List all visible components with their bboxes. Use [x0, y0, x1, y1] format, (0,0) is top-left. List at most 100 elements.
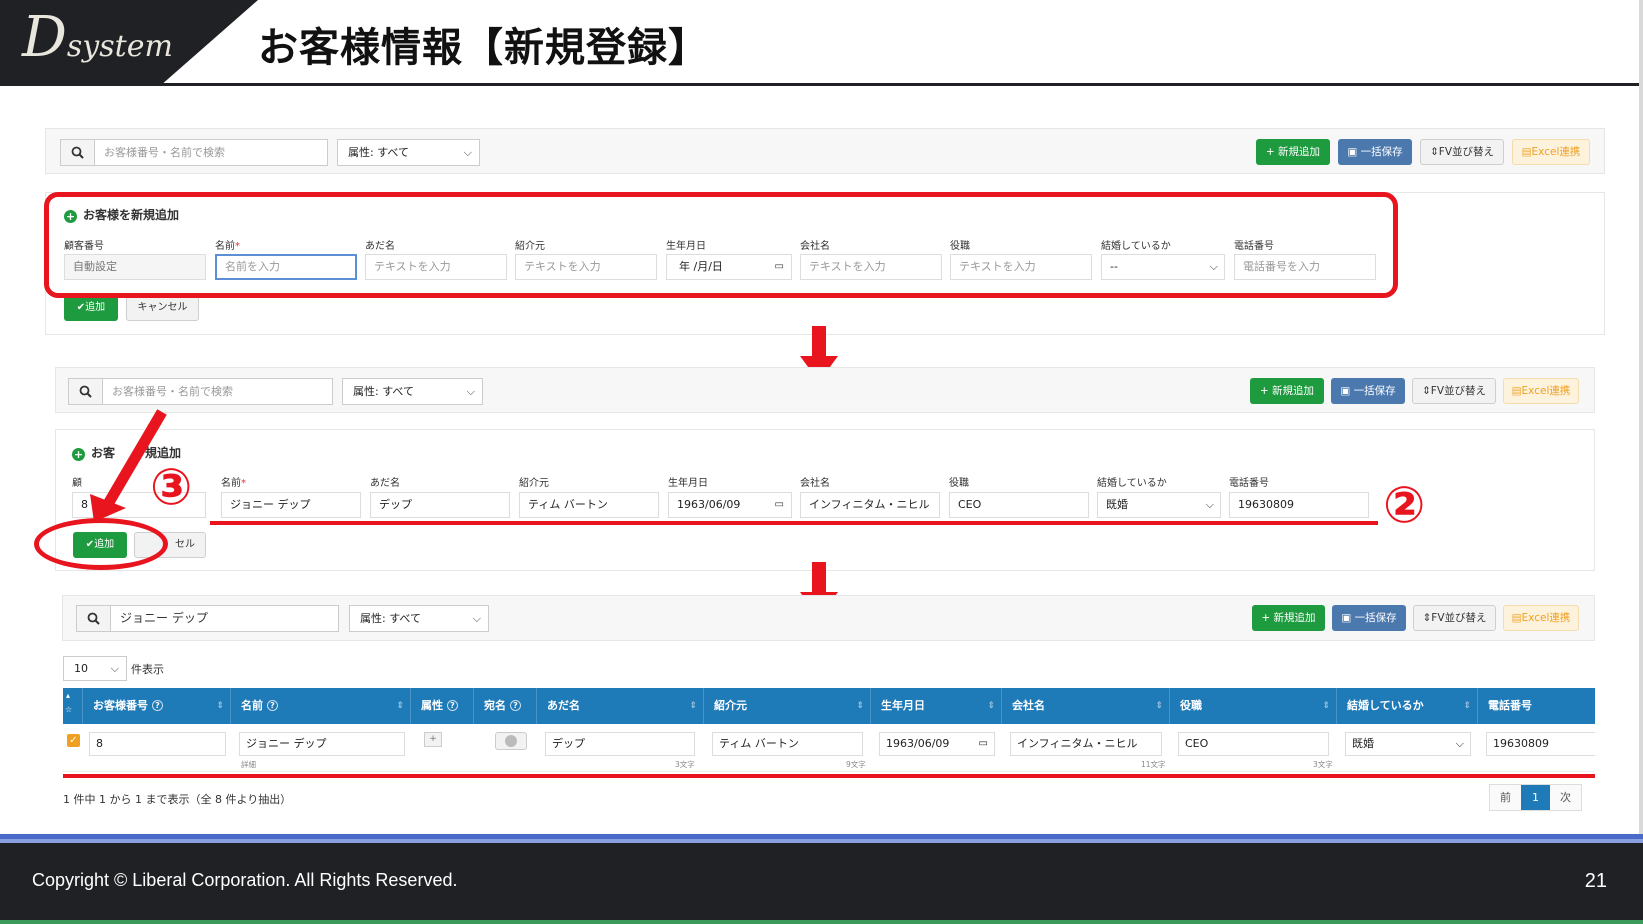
- search-input-2[interactable]: お客様番号・名前で検索: [68, 378, 333, 405]
- table-summary: 1 件中 1 から 1 まで表示（全 8 件より抽出）: [63, 793, 292, 806]
- step-3-marker: ③: [150, 458, 193, 516]
- nickname-field-2[interactable]: デップ: [370, 492, 510, 518]
- col-phone[interactable]: 電話番号: [1478, 688, 1595, 724]
- label-id-2: 顧: [72, 478, 82, 489]
- plus-circle-icon: +: [72, 448, 85, 461]
- right-edge-shadow: [1639, 0, 1643, 835]
- step-2-marker: ②: [1383, 476, 1426, 534]
- attribute-select[interactable]: 属性: すべて ⌵: [337, 139, 480, 166]
- col-address[interactable]: 宛名?: [474, 688, 537, 724]
- row-checkbox[interactable]: ✓: [67, 734, 80, 747]
- cell-referrer[interactable]: ティム バートン: [712, 732, 863, 756]
- chevron-down-icon: ⌵: [472, 612, 481, 625]
- excel-button[interactable]: ▤Excel連携: [1512, 139, 1590, 165]
- married-select-2[interactable]: 既婚 ⌵: [1097, 492, 1221, 518]
- col-company[interactable]: 会社名 ⇕: [1002, 688, 1170, 724]
- bulk-save-button-3[interactable]: ▣ 一括保存: [1332, 605, 1406, 631]
- search-input[interactable]: お客様番号・名前で検索: [60, 139, 328, 166]
- highlight-ring-add-button: [34, 518, 168, 570]
- sort-icon: ⇕: [987, 701, 995, 711]
- copyright-text: Copyright © Liberal Corporation. All Rig…: [32, 870, 458, 890]
- phone-field-2[interactable]: 19630809: [1229, 492, 1369, 518]
- save-icon: ▣: [1341, 612, 1355, 624]
- sort-icon: ⇕: [1322, 701, 1330, 711]
- cell-nickname[interactable]: デップ: [545, 732, 695, 756]
- highlight-underline-row: [63, 774, 1595, 778]
- pager-page-1[interactable]: 1: [1521, 785, 1550, 810]
- cancel-button[interactable]: キャンセル: [126, 295, 199, 321]
- position-count: 3文字: [1313, 760, 1333, 769]
- cell-birthday[interactable]: 1963/06/09 ▭: [879, 732, 995, 756]
- fv-sort-button-2[interactable]: ⇕FV並び替え: [1412, 378, 1496, 404]
- page-size-label: 件表示: [131, 663, 164, 676]
- new-add-button-3[interactable]: + 新規追加: [1252, 605, 1325, 631]
- position-field-2[interactable]: CEO: [949, 492, 1089, 518]
- search-icon: [61, 140, 95, 165]
- search-icon: [77, 606, 111, 631]
- col-birthday[interactable]: 生年月日 ⇕: [871, 688, 1002, 724]
- col-referrer[interactable]: 紹介元 ⇕: [704, 688, 871, 724]
- excel-icon: ▤: [1511, 612, 1522, 624]
- search-input-3[interactable]: ジョニー デップ: [76, 605, 339, 632]
- fv-sort-button[interactable]: ⇕FV並び替え: [1420, 139, 1504, 165]
- attribute-select-2[interactable]: 属性: すべて ⌵: [342, 378, 483, 405]
- label-phone-2: 電話番号: [1229, 478, 1269, 489]
- table-row: ✓ 8 ジョニー デップ 詳細 + デップ 3文字 ティム バートン 9文字 1…: [63, 724, 1595, 772]
- sort-icon: ⇕: [1463, 701, 1471, 711]
- col-attr[interactable]: 属性?: [411, 688, 474, 724]
- cell-position[interactable]: CEO: [1178, 732, 1329, 756]
- save-icon: ▣: [1340, 385, 1354, 397]
- bulk-save-button-2[interactable]: ▣ 一括保存: [1331, 378, 1405, 404]
- page-number: 21: [1584, 870, 1607, 892]
- excel-button-2[interactable]: ▤Excel連携: [1503, 378, 1579, 404]
- col-id[interactable]: お客様番号? ⇕: [83, 688, 231, 724]
- slide-title: お客様情報【新規登録】: [258, 25, 709, 71]
- birthday-field-2[interactable]: 1963/06/09 ▭: [668, 492, 792, 518]
- excel-button-3[interactable]: ▤Excel連携: [1503, 605, 1579, 631]
- cell-married[interactable]: 既婚 ⌵: [1345, 732, 1471, 756]
- chevron-down-icon: ⌵: [1205, 498, 1214, 511]
- referrer-field-2[interactable]: ティム バートン: [519, 492, 659, 518]
- pager-next[interactable]: 次: [1550, 785, 1581, 810]
- highlight-box-form: [44, 192, 1398, 298]
- col-position[interactable]: 役職 ⇕: [1170, 688, 1337, 724]
- sort-icon: ⇕: [689, 701, 697, 711]
- add-button[interactable]: ✔追加: [64, 295, 118, 321]
- cell-id[interactable]: 8: [89, 732, 226, 756]
- detail-link[interactable]: 詳細: [241, 759, 256, 770]
- page-size-select[interactable]: 10 ⌵: [63, 656, 127, 681]
- cell-phone[interactable]: 19630809: [1486, 732, 1595, 756]
- calendar-icon: ▭: [978, 738, 988, 749]
- new-add-button-2[interactable]: + 新規追加: [1250, 378, 1324, 404]
- cell-company[interactable]: インフィニタム・ニヒル: [1010, 732, 1162, 756]
- referrer-count: 9文字: [846, 760, 866, 769]
- footer-stripe: [0, 839, 1643, 843]
- label-company-2: 会社名: [800, 478, 830, 489]
- cell-name[interactable]: ジョニー デップ: [239, 732, 405, 756]
- attr-add-button[interactable]: +: [424, 732, 442, 747]
- fv-sort-button-3[interactable]: ⇕FV並び替え: [1413, 605, 1496, 631]
- label-birthday-2: 生年月日: [668, 478, 708, 489]
- excel-icon: ▤: [1511, 385, 1522, 397]
- col-nickname[interactable]: あだ名 ⇕: [537, 688, 704, 724]
- address-toggle[interactable]: [495, 732, 527, 750]
- pagination: 前 1 次: [1489, 784, 1582, 811]
- header-divider: [0, 83, 1643, 86]
- new-add-button[interactable]: + 新規追加: [1256, 139, 1330, 165]
- attribute-select-3[interactable]: 属性: すべて ⌵: [349, 605, 489, 632]
- chevron-down-icon: ⌵: [466, 385, 475, 398]
- company-field-2[interactable]: インフィニタム・ニヒル: [800, 492, 940, 518]
- select-all-header[interactable]: ▴ ☆: [63, 688, 83, 724]
- save-icon: ▣: [1347, 146, 1361, 158]
- slide-header: Dsystem お客様情報【新規登録】: [0, 0, 1643, 86]
- name-field-2[interactable]: ジョニー デップ: [221, 492, 361, 518]
- col-name[interactable]: 名前? ⇕: [231, 688, 411, 724]
- dsystem-logo: Dsystem: [22, 5, 173, 70]
- pager-prev[interactable]: 前: [1490, 785, 1521, 810]
- slide-footer: Copyright © Liberal Corporation. All Rig…: [0, 834, 1643, 924]
- search-icon: [69, 379, 103, 404]
- col-married[interactable]: 結婚しているか ⇕: [1337, 688, 1478, 724]
- bulk-save-button[interactable]: ▣ 一括保存: [1338, 139, 1412, 165]
- sort-icon: ⇕: [1155, 701, 1163, 711]
- sort-icon: ⇕: [396, 701, 404, 711]
